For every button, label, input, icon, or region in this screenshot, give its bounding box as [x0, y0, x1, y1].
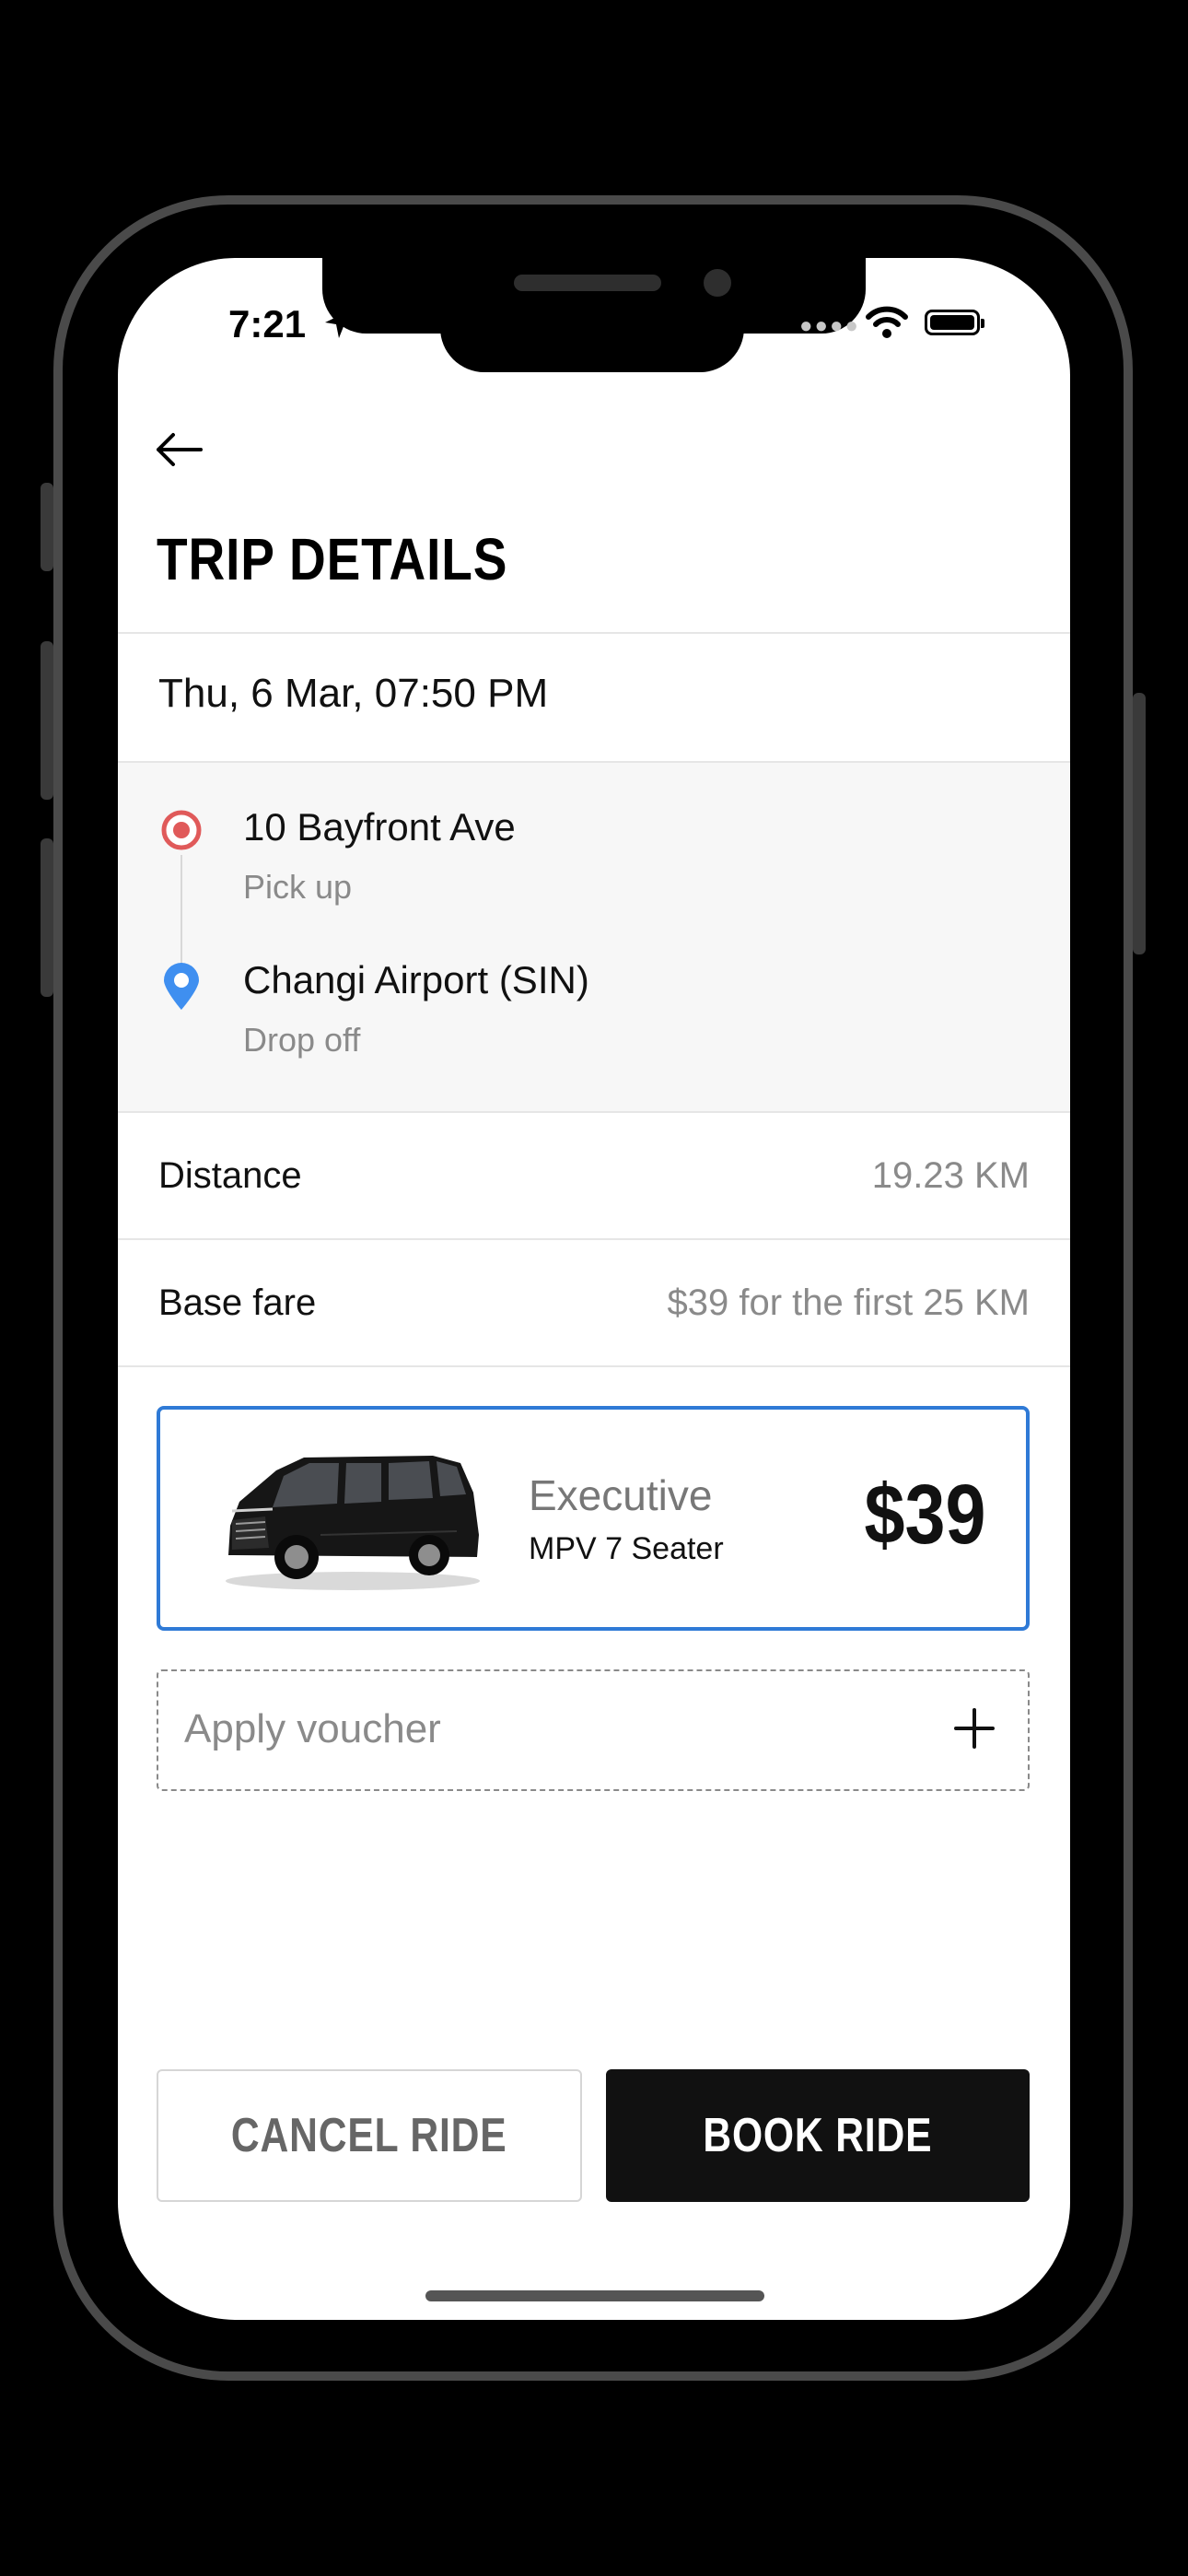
arrow-left-icon: [157, 433, 203, 466]
book-ride-button[interactable]: BOOK RIDE: [606, 2069, 1030, 2202]
apply-voucher-button[interactable]: Apply voucher: [157, 1669, 1030, 1791]
base-fare-row: Base fare $39 for the first 25 KM: [118, 1240, 1070, 1365]
notch-lower: [440, 313, 744, 372]
vehicle-option-card[interactable]: Executive MPV 7 Seater $39: [157, 1406, 1030, 1631]
vehicle-price: $39: [863, 1468, 985, 1562]
vehicle-class: Executive: [529, 1471, 713, 1519]
silent-switch: [41, 483, 53, 571]
base-fare-value: $39 for the first 25 KM: [667, 1282, 1030, 1323]
base-fare-label: Base fare: [158, 1282, 317, 1323]
dropoff-label: Drop off: [243, 1021, 361, 1059]
distance-value: 19.23 KM: [871, 1154, 1030, 1196]
pickup-address: 10 Bayfront Ave: [243, 805, 516, 849]
speaker: [514, 275, 661, 291]
plus-icon: [954, 1708, 995, 1749]
cancel-ride-label: CANCEL RIDE: [231, 2109, 507, 2162]
front-camera: [704, 269, 731, 297]
back-button[interactable]: [153, 422, 227, 477]
distance-label: Distance: [158, 1154, 302, 1196]
volume-up-button: [41, 641, 53, 800]
pickup-pin-icon: [161, 810, 202, 850]
cancel-ride-button[interactable]: CANCEL RIDE: [157, 2069, 582, 2202]
route-section: 10 Bayfront Ave Pick up Changi Airport (…: [118, 763, 1070, 1111]
wifi-icon: [866, 306, 908, 338]
volume-down-button: [41, 838, 53, 997]
minivan-image: [226, 1456, 480, 1590]
trip-datetime: Thu, 6 Mar, 07:50 PM: [158, 671, 549, 716]
book-ride-label: BOOK RIDE: [703, 2109, 933, 2162]
page-title: TRIP DETAILS: [157, 526, 508, 592]
home-indicator[interactable]: [425, 2290, 764, 2301]
dropoff-address: Changi Airport (SIN): [243, 958, 589, 1001]
screen: 7:21 ●●●● TRIP DETAILS Thu, 6 Mar, 07:50…: [118, 258, 1070, 2320]
battery-icon: [925, 310, 984, 335]
distance-row: Distance 19.23 KM: [118, 1113, 1070, 1238]
power-button: [1133, 693, 1146, 954]
divider: [118, 1365, 1070, 1367]
vehicle-type: MPV 7 Seater: [529, 1531, 724, 1566]
status-time: 7:21: [228, 302, 307, 345]
location-arrow-icon: [325, 310, 350, 338]
voucher-label: Apply voucher: [184, 1706, 441, 1751]
divider: [118, 632, 1070, 634]
signal-icon: ●●●●: [799, 313, 860, 338]
dropoff-pin-icon: [164, 963, 199, 1010]
pickup-label: Pick up: [243, 868, 353, 906]
